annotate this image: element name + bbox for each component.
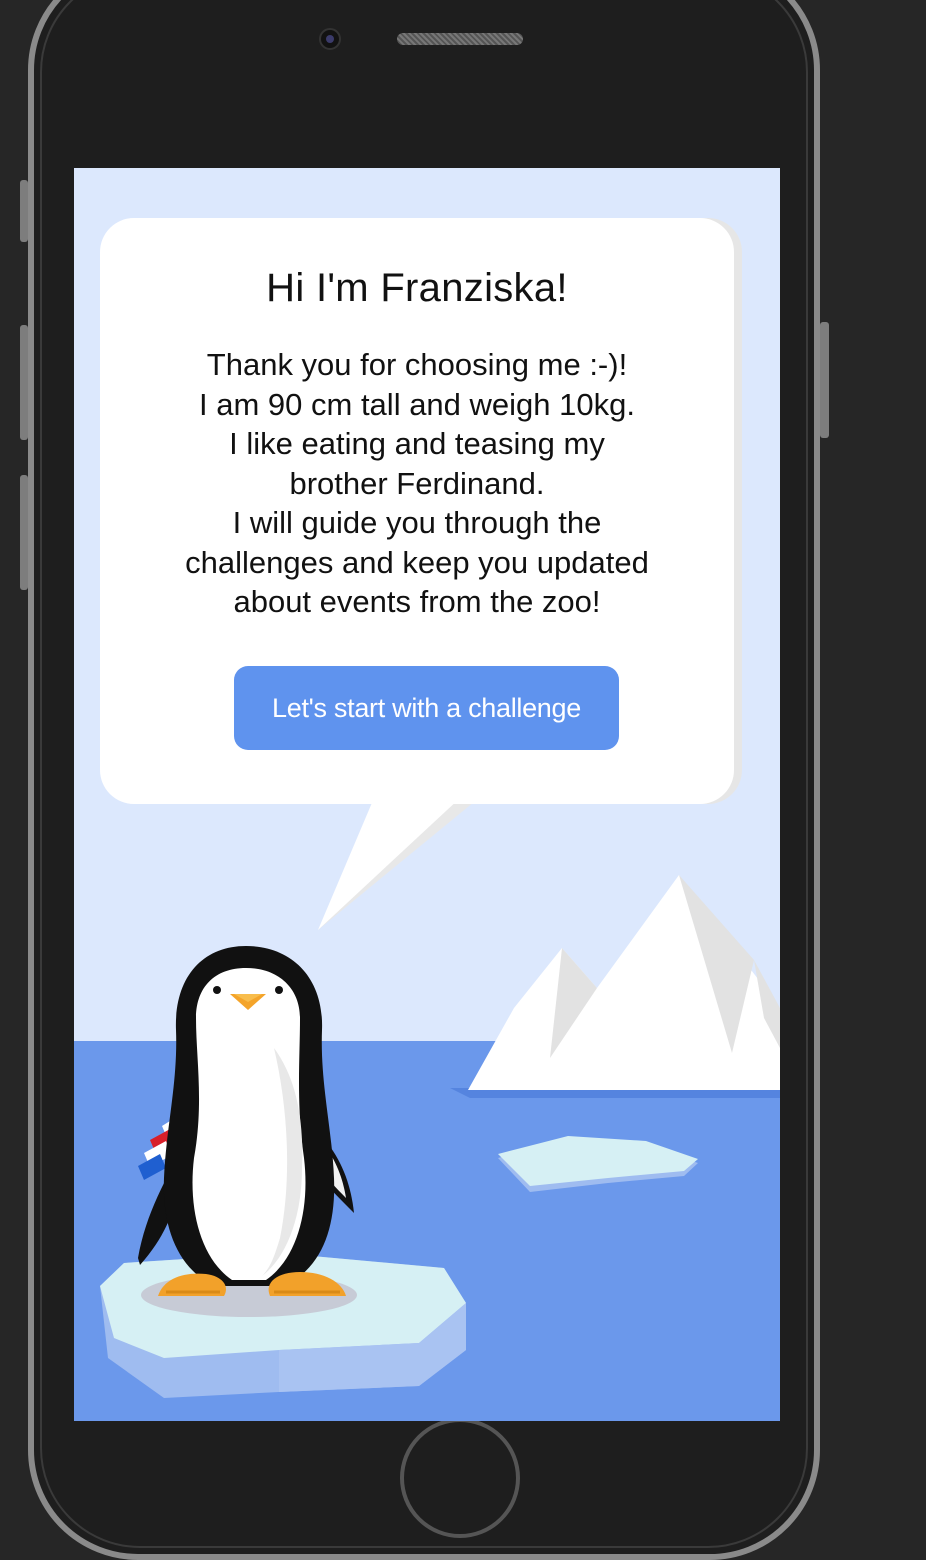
speaker-grille <box>397 33 523 45</box>
speech-bubble: Hi I'm Franziska! Thank you for choosing… <box>100 218 734 804</box>
home-button[interactable] <box>400 1418 520 1538</box>
greeting-message: Thank you for choosing me :-)! I am 90 c… <box>185 347 649 619</box>
app-screen: Hi I'm Franziska! Thank you for choosing… <box>74 168 780 1421</box>
volume-down-button <box>20 475 28 590</box>
power-button <box>820 322 829 438</box>
front-camera <box>319 28 341 50</box>
iceberg <box>450 875 780 1098</box>
mute-switch <box>20 180 28 242</box>
start-challenge-button[interactable]: Let's start with a challenge <box>234 666 619 750</box>
greeting-title: Hi I'm Franziska! <box>266 266 568 310</box>
volume-up-button <box>20 325 28 440</box>
